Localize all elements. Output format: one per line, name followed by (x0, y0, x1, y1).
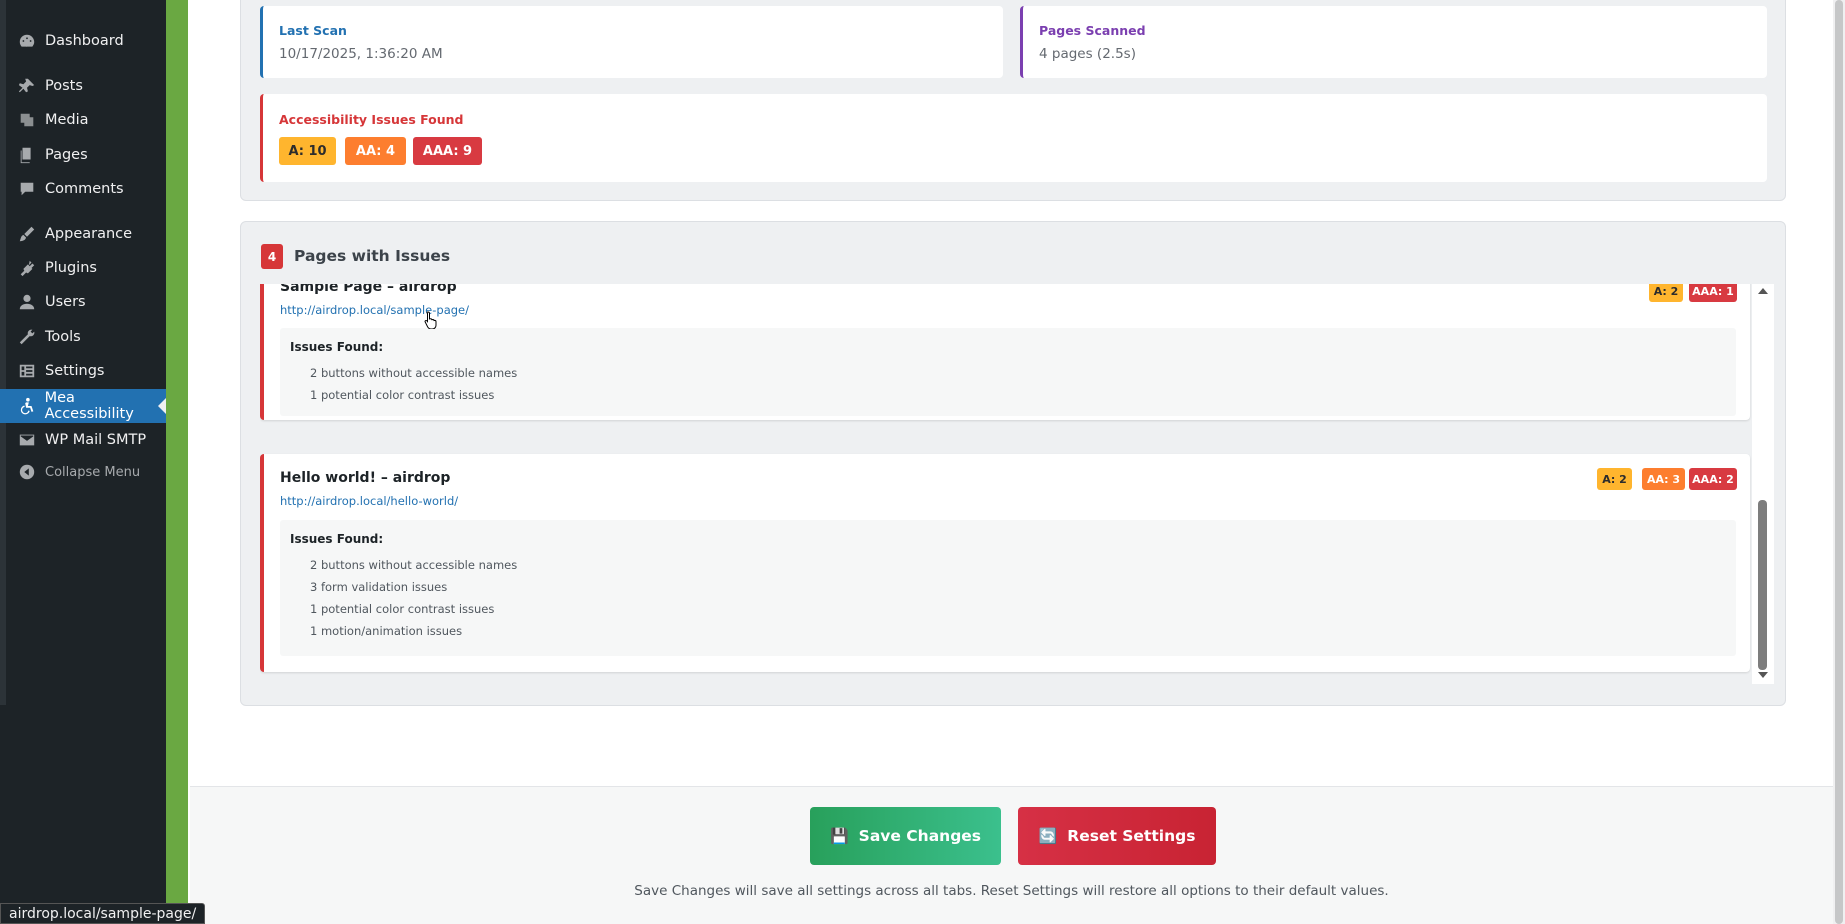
pages-with-issues-panel: 4 Pages with Issues Sample Page – airdro… (240, 221, 1786, 706)
level-a-badge: A: 10 (279, 137, 336, 165)
issue-item: 3 form validation issues (310, 580, 448, 594)
sidebar-item-label: WP Mail SMTP (45, 432, 147, 448)
scroll-up-arrow-icon[interactable] (1758, 288, 1768, 294)
page-title: Sample Page – airdrop (280, 284, 457, 295)
sidebar-item-label: Comments (45, 181, 124, 197)
last-scan-card: Last Scan 10/17/2025, 1:36:20 AM (260, 6, 1003, 78)
wrench-icon (17, 327, 37, 347)
page-issue-card: Hello world! – airdrop http://airdrop.lo… (260, 454, 1750, 672)
sidebar-item-tools[interactable]: Tools (0, 320, 166, 354)
hand-cursor-icon (424, 311, 437, 329)
settings-footer: 💾 Save Changes 🔄 Reset Settings Save Cha… (190, 786, 1833, 924)
reset-settings-label: Reset Settings (1067, 827, 1196, 845)
sidebar-item-label: Settings (45, 363, 105, 379)
scan-summary-panel: Last Scan 10/17/2025, 1:36:20 AM Pages S… (240, 0, 1786, 201)
pages-scanned-card: Pages Scanned 4 pages (2.5s) (1020, 6, 1767, 78)
issues-list-box: Issues Found: 2 buttons without accessib… (280, 328, 1736, 416)
collapse-icon (17, 462, 37, 482)
pages-scanned-value: 4 pages (2.5s) (1039, 46, 1136, 62)
footer-note: Save Changes will save all settings acro… (634, 883, 1389, 899)
pin-icon (17, 76, 37, 96)
sidebar-item-label: Users (45, 294, 86, 310)
sidebar-item-posts[interactable]: Posts (0, 69, 166, 103)
sidebar-item-dashboard[interactable]: Dashboard (0, 24, 166, 58)
pages-scrollbar[interactable] (1752, 284, 1774, 684)
issue-item: 1 potential color contrast issues (310, 388, 495, 402)
pages-icon (17, 145, 37, 165)
issues-found-heading: Issues Found: (290, 532, 384, 546)
level-aaa-badge: AAA: 2 (1689, 468, 1737, 490)
brush-icon (17, 224, 37, 244)
sidebar-item-label: Tools (45, 329, 81, 345)
collapse-menu-button[interactable]: Collapse Menu (0, 455, 166, 489)
sidebar-item-users[interactable]: Users (0, 285, 166, 319)
settings-icon (17, 361, 37, 381)
section-title: Pages with Issues (294, 247, 451, 265)
save-icon: 💾 (829, 827, 849, 845)
level-a-badge: A: 2 (1649, 284, 1683, 302)
page-url-link[interactable]: http://airdrop.local/sample-page/ (280, 303, 469, 317)
sidebar-item-label: Dashboard (45, 33, 124, 49)
save-changes-label: Save Changes (858, 827, 982, 845)
page-issue-card: Sample Page – airdrop http://airdrop.loc… (260, 284, 1750, 420)
pages-scroll-area[interactable]: Sample Page – airdrop http://airdrop.loc… (260, 284, 1774, 684)
reset-icon: 🔄 (1038, 827, 1058, 845)
scrollbar-thumb[interactable] (1758, 500, 1767, 670)
level-aa-badge: AA: 4 (345, 137, 406, 165)
level-aaa-badge: AAA: 1 (1689, 284, 1737, 302)
level-aa-badge: AA: 3 (1642, 468, 1685, 490)
page-title: Hello world! – airdrop (280, 470, 451, 486)
sidebar-item-label: Media (45, 112, 89, 128)
collapse-menu-label: Collapse Menu (45, 464, 141, 480)
dashboard-icon (17, 31, 37, 51)
level-a-badge: A: 2 (1597, 468, 1632, 490)
sidebar-item-settings[interactable]: Settings (0, 354, 166, 388)
green-divider (166, 0, 188, 924)
page-scrollbar-thumb[interactable] (1835, 0, 1843, 924)
issue-item: 1 motion/animation issues (310, 624, 463, 638)
admin-sidebar: Dashboard Posts Media Pages Comments App… (0, 0, 166, 924)
sidebar-item-label: Appearance (45, 226, 133, 242)
sidebar-item-label: Posts (45, 78, 83, 94)
page-url-link[interactable]: http://airdrop.local/hello-world/ (280, 494, 458, 508)
level-aaa-badge: AAA: 9 (413, 137, 482, 165)
main-content: Last Scan 10/17/2025, 1:36:20 AM Pages S… (188, 0, 1833, 924)
media-icon (17, 110, 37, 130)
sidebar-item-mea-accessibility[interactable]: Mea Accessibility (0, 389, 166, 423)
status-bar-url: airdrop.local/sample-page/ (0, 903, 206, 924)
last-scan-value: 10/17/2025, 1:36:20 AM (279, 46, 443, 62)
sidebar-item-comments[interactable]: Comments (0, 172, 166, 206)
sidebar-item-plugins[interactable]: Plugins (0, 251, 166, 285)
reset-settings-button[interactable]: 🔄 Reset Settings (1018, 807, 1216, 865)
sidebar-item-appearance[interactable]: Appearance (0, 217, 166, 251)
sidebar-item-media[interactable]: Media (0, 103, 166, 137)
comment-icon (17, 179, 37, 199)
sidebar-item-wp-mail-smtp[interactable]: WP Mail SMTP (0, 423, 166, 457)
issue-item: 2 buttons without accessible names (310, 366, 518, 380)
issues-list-box: Issues Found: 2 buttons without accessib… (280, 520, 1736, 656)
issue-item: 2 buttons without accessible names (310, 558, 518, 572)
issue-page-count-badge: 4 (261, 244, 283, 269)
issue-item: 1 potential color contrast issues (310, 602, 495, 616)
scroll-down-arrow-icon[interactable] (1758, 672, 1768, 678)
issues-found-heading: Issues Found: (290, 340, 384, 354)
sidebar-item-label: Pages (45, 147, 88, 163)
pages-scanned-label: Pages Scanned (1039, 23, 1146, 38)
issues-found-label: Accessibility Issues Found (279, 112, 464, 127)
save-changes-button[interactable]: 💾 Save Changes (810, 807, 1001, 865)
accessibility-icon (17, 396, 37, 416)
last-scan-label: Last Scan (279, 23, 347, 38)
sidebar-item-pages[interactable]: Pages (0, 138, 166, 172)
issues-found-card: Accessibility Issues Found A: 10 AA: 4 A… (260, 94, 1767, 182)
sidebar-item-label: Plugins (45, 260, 97, 276)
sidebar-item-label: Mea Accessibility (44, 390, 134, 422)
user-icon (17, 292, 37, 312)
mail-icon (17, 430, 37, 450)
page-scrollbar[interactable] (1833, 0, 1845, 924)
plugin-icon (17, 258, 37, 278)
